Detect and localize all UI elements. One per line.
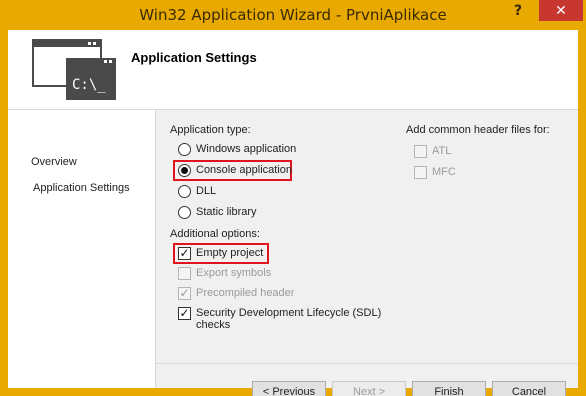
previous-button[interactable]: < Previous <box>252 381 326 396</box>
radio-icon <box>178 142 191 156</box>
radio-console-application[interactable]: Console application <box>178 162 292 178</box>
radio-windows-application[interactable]: Windows application <box>178 141 296 157</box>
checkbox-empty-project[interactable]: ✓ Empty project <box>178 245 263 261</box>
checkbox-icon <box>414 144 427 158</box>
finish-button[interactable]: Finish <box>412 381 486 396</box>
settings-panel: Application type: Windows application Co… <box>156 110 578 396</box>
radio-label: DLL <box>196 185 217 197</box>
nav-item-overview[interactable]: Overview <box>31 156 77 168</box>
next-button: Next > <box>332 381 406 396</box>
radio-static-library[interactable]: Static library <box>178 204 257 220</box>
nav-item-application-settings[interactable]: Application Settings <box>33 182 130 194</box>
wizard-nav: Overview Application Settings <box>8 110 156 388</box>
dialog-client: C:\_ Application Settings Overview Appli… <box>8 30 578 396</box>
radio-label: Console application <box>196 164 293 176</box>
wizard-header: C:\_ Application Settings <box>8 30 578 110</box>
checkbox-icon <box>414 165 427 179</box>
checkbox-export-symbols: Export symbols <box>178 265 271 281</box>
header-files-label: Add common header files for: <box>406 124 550 136</box>
checkbox-icon <box>178 266 191 280</box>
checkbox-label-continued: checks <box>196 319 231 331</box>
wizard-window: Win32 Application Wizard - PrvniAplikace… <box>0 0 586 396</box>
checkbox-precompiled-header: ✓ Precompiled header <box>178 285 294 301</box>
checkbox-mfc: MFC <box>414 164 456 180</box>
console-icon-text: C:\_ <box>72 77 106 93</box>
additional-options-label: Additional options: <box>170 228 260 240</box>
radio-label: Static library <box>196 206 257 218</box>
help-button[interactable]: ? <box>507 3 529 23</box>
window-title: Win32 Application Wizard - PrvniAplikace <box>139 6 447 24</box>
checkbox-atl: ATL <box>414 143 451 159</box>
checkbox-label: ATL <box>432 145 452 157</box>
checkbox-label: Security Development Lifecycle (SDL) <box>196 307 382 319</box>
console-app-icon: C:\_ <box>32 39 116 100</box>
checkbox-label: Empty project <box>196 247 264 259</box>
page-title: Application Settings <box>131 50 257 65</box>
radio-icon <box>178 184 191 198</box>
button-separator <box>156 363 578 364</box>
close-button[interactable]: ✕ <box>539 0 583 21</box>
radio-dll[interactable]: DLL <box>178 183 216 199</box>
checkbox-label: Export symbols <box>196 267 272 279</box>
checkbox-label: MFC <box>432 166 456 178</box>
radio-label: Windows application <box>196 143 297 155</box>
checkbox-label: Precompiled header <box>196 287 295 299</box>
checkbox-checked-icon: ✓ <box>178 306 191 320</box>
radio-selected-icon <box>178 163 191 177</box>
app-type-label: Application type: <box>170 124 251 136</box>
checkbox-checked-icon: ✓ <box>178 286 191 300</box>
radio-icon <box>178 205 191 219</box>
checkbox-checked-icon: ✓ <box>178 246 191 260</box>
title-bar[interactable]: Win32 Application Wizard - PrvniAplikace… <box>0 0 586 30</box>
cancel-button[interactable]: Cancel <box>492 381 566 396</box>
